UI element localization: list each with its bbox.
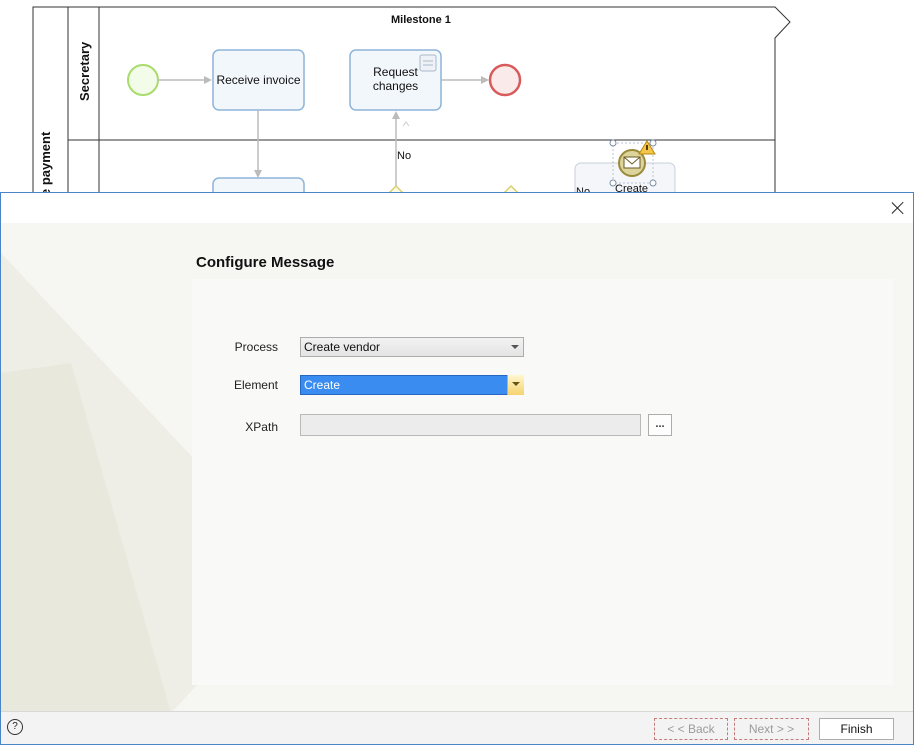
xpath-browse-button[interactable]: ... bbox=[648, 414, 672, 436]
process-select-value: Create vendor bbox=[304, 340, 381, 354]
process-label: Process bbox=[234, 340, 278, 354]
element-select-value: Create bbox=[304, 378, 341, 392]
end-event bbox=[488, 63, 522, 97]
xpath-label: XPath bbox=[245, 420, 278, 434]
form-panel bbox=[192, 279, 893, 685]
process-select[interactable]: Create vendor bbox=[300, 337, 524, 357]
dialog-title: Configure Message bbox=[196, 254, 335, 271]
element-label: Element bbox=[233, 378, 278, 392]
configure-message-dialog: Configure Message Process Create vendor … bbox=[0, 192, 914, 745]
task-request-label-line2: changes bbox=[372, 79, 419, 93]
gateway-no-label: No bbox=[397, 150, 412, 162]
element-select[interactable]: Create bbox=[300, 375, 524, 395]
chevron-down-icon[interactable] bbox=[507, 375, 524, 395]
flow-arrow bbox=[204, 76, 212, 84]
pool-label: e payment bbox=[38, 131, 53, 196]
help-icon[interactable]: ? bbox=[7, 719, 23, 735]
dialog-footer: ? < < Back Next > > Finish bbox=[1, 711, 913, 744]
close-icon[interactable] bbox=[889, 199, 907, 217]
next-button[interactable]: Next > > bbox=[734, 718, 809, 740]
lane-label-secretary: Secretary bbox=[77, 41, 92, 101]
dialog-titlebar bbox=[1, 193, 913, 223]
diagram-canvas bbox=[32, 6, 791, 200]
bpmn-diagram: Milestone 1 e payment Secretary Receive … bbox=[0, 0, 914, 200]
start-event bbox=[127, 64, 159, 96]
chevron-down-icon[interactable] bbox=[507, 338, 523, 356]
task-receive-label: Receive invoice bbox=[216, 73, 301, 87]
task-request-label-line1: Request bbox=[373, 65, 418, 79]
task-request-label: Request changes bbox=[350, 65, 441, 93]
finish-button[interactable]: Finish bbox=[819, 718, 894, 740]
back-button[interactable]: < < Back bbox=[654, 718, 728, 740]
milestone-title: Milestone 1 bbox=[391, 14, 451, 26]
xpath-input[interactable] bbox=[300, 414, 641, 436]
